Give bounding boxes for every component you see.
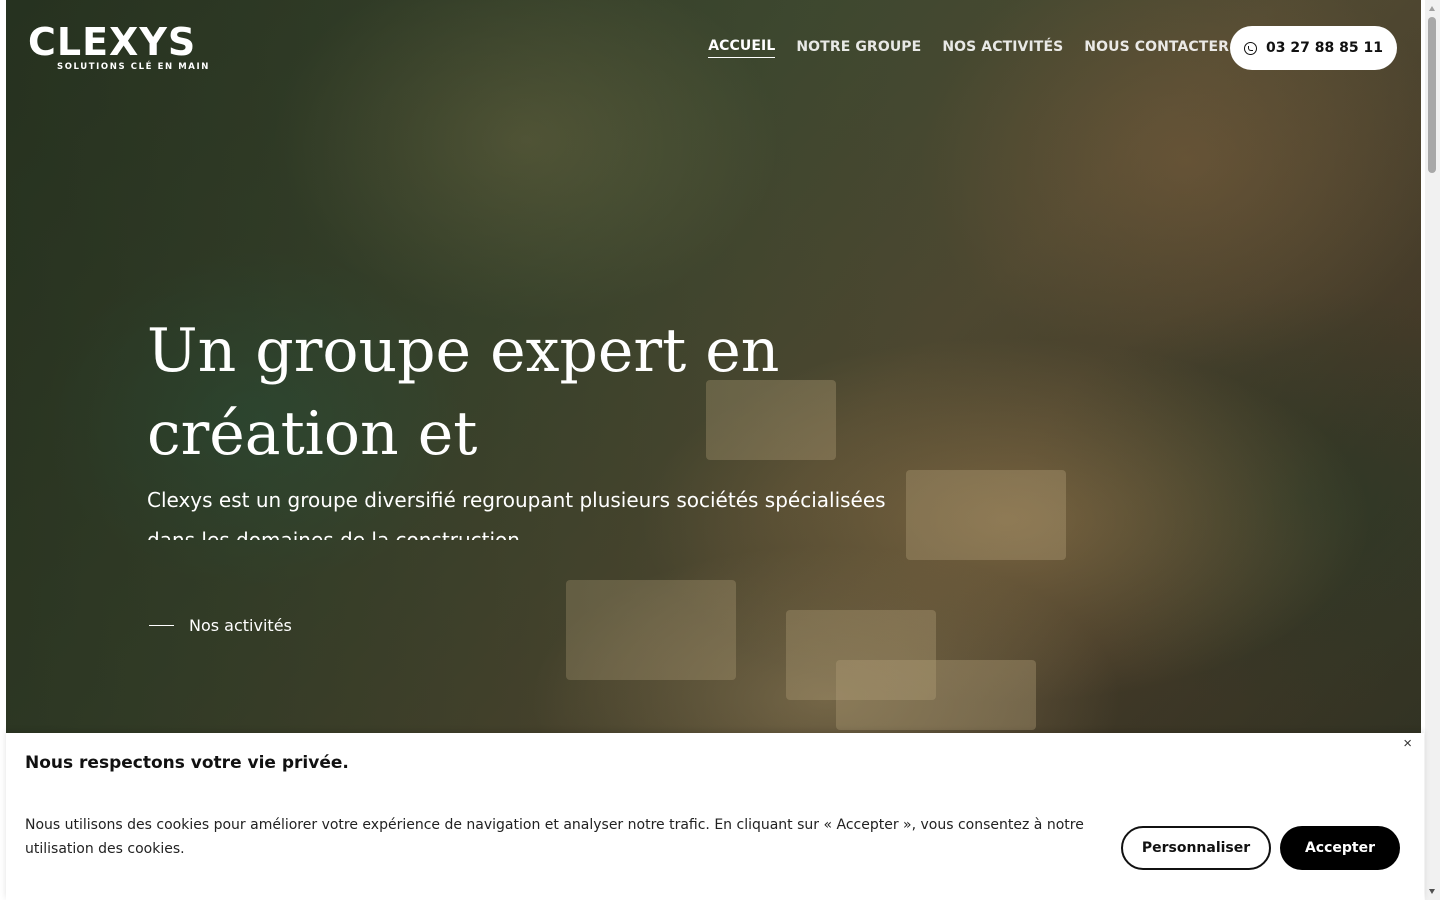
scroll-thumb[interactable] — [1428, 17, 1436, 173]
hero-link-label: Nos activités — [189, 616, 292, 635]
phone-number: 03 27 88 85 11 — [1266, 40, 1383, 56]
nav-item-accueil[interactable]: ACCUEIL — [708, 38, 776, 58]
close-icon[interactable]: × — [1403, 736, 1412, 752]
cookie-text: Nous utilisons des cookies pour améliore… — [25, 817, 1084, 857]
whatsapp-icon — [1244, 41, 1258, 55]
dash-icon — [149, 625, 174, 626]
main-nav: ACCUEIL NOTRE GROUPE NOS ACTIVITÉS NOUS … — [708, 38, 1229, 58]
scrollbar[interactable] — [1425, 0, 1440, 900]
brand-logo[interactable]: CLEXYS SOLUTIONS CLÉ EN MAIN — [28, 22, 218, 74]
nav-item-nous-contacter[interactable]: NOUS CONTACTER — [1084, 39, 1229, 58]
hero-activities-link[interactable]: Nos activités — [149, 616, 292, 635]
phone-button[interactable]: 03 27 88 85 11 — [1230, 26, 1397, 70]
nav-item-nos-activites[interactable]: NOS ACTIVITÉS — [942, 39, 1063, 58]
customize-button[interactable]: Personnaliser — [1121, 826, 1271, 870]
accept-button[interactable]: Accepter — [1280, 826, 1400, 870]
scroll-down-arrow-icon[interactable] — [1429, 889, 1435, 894]
brand-tagline: SOLUTIONS CLÉ EN MAIN — [57, 62, 210, 72]
hero-description: Clexys est un groupe diversifié regroupa… — [147, 488, 886, 540]
nav-item-notre-groupe[interactable]: NOTRE GROUPE — [796, 39, 921, 58]
hero-title: Un groupe expert en création et aménagem… — [147, 316, 780, 469]
cookie-title: Nous respectons votre vie privée. — [25, 753, 349, 773]
scroll-up-arrow-icon[interactable] — [1429, 6, 1435, 11]
brand-name: CLEXYS — [28, 20, 197, 64]
cookie-banner: × Nous respectons votre vie privée. Nous… — [6, 733, 1424, 900]
